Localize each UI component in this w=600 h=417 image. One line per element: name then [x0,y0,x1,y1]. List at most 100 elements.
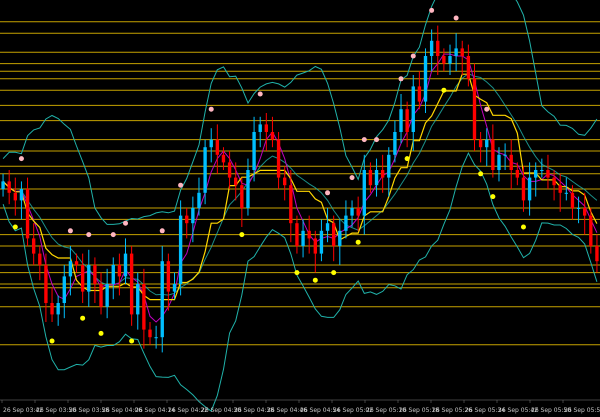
trough-marker-2 [12,224,18,230]
peak-marker-67 [410,53,416,59]
candle-body-34 [209,139,213,148]
trough-marker-66 [404,156,410,162]
candle-body-27 [166,261,171,292]
peak-marker-79 [484,106,490,112]
candle-body-0 [1,181,5,189]
candle-body-59 [362,170,366,216]
trough-marker-85 [520,224,526,230]
candle-body-24 [148,329,152,338]
trough-marker-16 [98,330,104,336]
peak-marker-74 [453,15,459,21]
candle-body-9 [56,303,60,315]
candle-body-17 [105,284,109,307]
peak-marker-14 [86,232,92,238]
candle-body-54 [331,223,336,246]
candle-body-22 [136,284,140,315]
trough-marker-48 [294,270,300,276]
candle-body-31 [191,208,195,224]
trough-marker-51 [312,277,318,283]
price-chart-panel: 26 Sep 03:42 26 Sep 03:50 26 Sep 03:58 26 S… [0,0,600,417]
candle-body-64 [393,132,397,155]
candle-body-85 [521,177,526,201]
candle-body-41 [252,132,256,170]
candle-body-35 [215,139,220,155]
candle-body-86 [527,177,532,201]
candle-body-2 [13,192,17,201]
candle-body-8 [50,303,54,315]
candle-body-66 [405,109,409,132]
peak-marker-18 [110,232,116,238]
candle-body-49 [301,230,305,246]
candle-body-32 [197,192,201,208]
candle-body-36 [221,154,226,163]
peak-marker-11 [67,228,73,234]
candle-body-91 [558,185,562,193]
candle-body-26 [160,261,164,338]
price-chart: 26 Sep 03:4226 Sep 03:5026 Sep 03:5826 S… [0,0,600,417]
candle-body-63 [387,154,391,178]
peak-marker-3 [18,156,24,162]
candle-body-52 [319,230,324,254]
trough-marker-78 [478,171,484,177]
candle-body-89 [546,170,550,178]
peak-marker-29 [178,182,184,188]
candle-body-7 [44,265,48,303]
candle-body-3 [19,189,24,201]
trough-marker-21 [129,338,135,344]
candle-body-70 [429,40,434,56]
candle-body-19 [117,265,122,277]
candle-body-14 [87,265,91,292]
candle-body-15 [93,265,97,284]
candle-body-80 [491,139,495,170]
candle-body-71 [436,40,440,56]
candle-body-92 [564,192,569,194]
trough-marker-80 [490,194,496,200]
candle-body-50 [307,230,311,239]
candle-body-78 [478,139,483,148]
peak-marker-70 [429,7,435,13]
candle-body-97 [595,246,599,262]
candle-body-62 [380,170,385,178]
candle-body-12 [74,261,79,265]
candle-body-73 [448,56,452,64]
candle-body-29 [178,215,183,284]
candle-body-67 [411,86,415,132]
peak-marker-57 [349,175,355,181]
candle-body-95 [583,208,587,216]
candle-body-76 [466,56,471,79]
candle-body-45 [276,139,281,178]
candle-body-57 [350,208,354,216]
candle-body-5 [31,238,36,254]
candle-body-56 [344,215,348,231]
peak-marker-34 [208,106,214,112]
x-tick-label-17: 26 Sep 05:58 [564,407,600,414]
candle-body-1 [7,181,11,193]
candle-body-69 [423,56,428,102]
candle-body-37 [227,162,232,178]
candle-body-81 [497,154,501,170]
candle-body-93 [570,192,575,208]
candle-body-40 [246,170,250,208]
candle-body-39 [240,185,244,208]
candle-body-42 [258,124,262,132]
candle-body-88 [540,170,544,171]
candle-body-77 [472,78,477,140]
candle-body-83 [509,154,513,170]
peak-marker-65 [398,76,404,82]
trough-marker-39 [239,232,245,238]
candle-body-90 [552,177,556,186]
candle-body-53 [325,223,330,231]
candle-body-79 [485,139,489,148]
trough-marker-8 [49,338,55,344]
candle-body-44 [270,132,275,140]
candle-body-16 [99,284,103,307]
trough-marker-58 [355,239,361,245]
candle-body-82 [503,154,507,156]
candle-body-28 [172,284,177,292]
candle-body-18 [111,265,115,284]
candle-body-55 [338,230,342,246]
candle-body-75 [460,48,464,56]
candle-body-30 [185,215,189,224]
trough-marker-72 [441,87,447,93]
candle-body-74 [454,48,458,56]
